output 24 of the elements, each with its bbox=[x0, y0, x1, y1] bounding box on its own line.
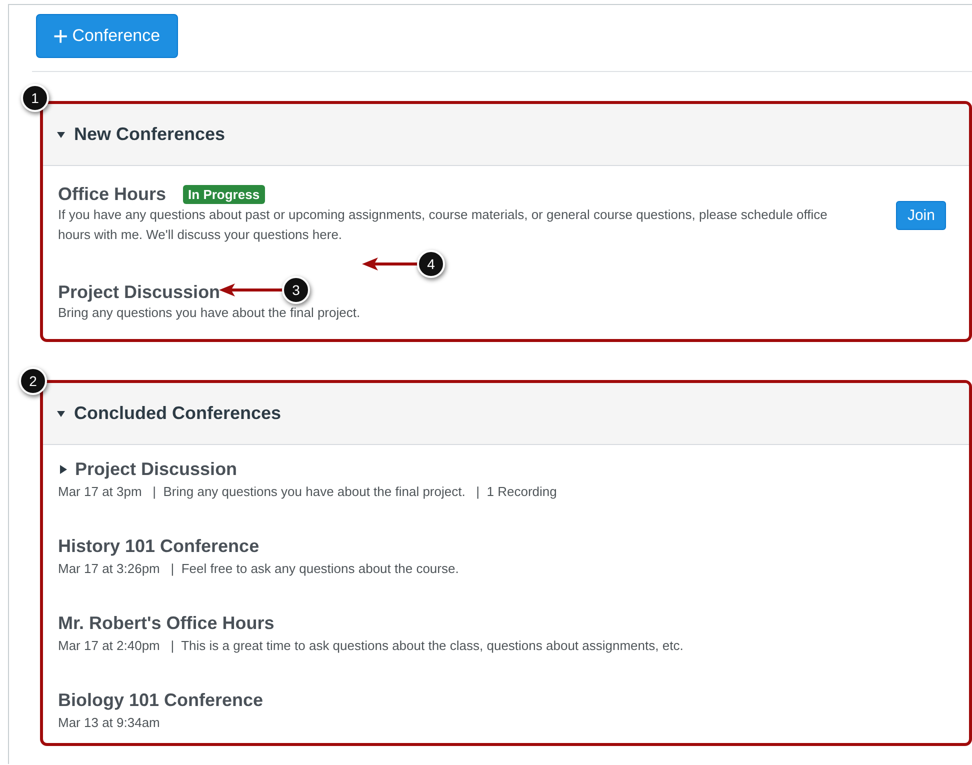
callout-marker: 3 bbox=[282, 276, 310, 304]
conference-description: Bring any questions you have about the final project. bbox=[58, 304, 362, 322]
callout-marker: 4 bbox=[417, 250, 445, 278]
conference-details: Mar 17 at 2:40pm | This is a great time to ask questions about the class, questions about assignments, etc. bbox=[58, 637, 684, 655]
conference-title[interactable]: History 101 Conference bbox=[58, 536, 260, 557]
conference-details: Mar 17 at 3pm | Bring any questions you have about the final project. | 1 Recording bbox=[58, 483, 558, 501]
conference-details: Mar 13 at 9:34am bbox=[58, 714, 161, 732]
status-badge: In Progress bbox=[183, 185, 265, 204]
section-title[interactable]: Concluded Conferences bbox=[74, 403, 282, 424]
pointer-arrow bbox=[362, 258, 419, 270]
caret-down-icon[interactable] bbox=[57, 132, 65, 138]
conference-title[interactable]: Mr. Robert's Office Hours bbox=[58, 613, 274, 634]
conference-title[interactable]: Biology 101 Conference bbox=[58, 690, 264, 711]
conference-description: If you have any questions about past or upcoming assignments, course materials, or general course questions, please schedule office hours with me. We'll discuss your questions here. bbox=[58, 206, 828, 244]
conference-title[interactable]: Project Discussion bbox=[58, 282, 220, 303]
caret-down-icon[interactable] bbox=[57, 410, 65, 416]
pointer-arrow bbox=[219, 284, 284, 296]
conference-details: Mar 17 at 3:26pm | Feel free to ask any questions about the course. bbox=[58, 560, 460, 578]
callout-marker: 1 bbox=[21, 84, 49, 112]
caret-right-icon[interactable] bbox=[60, 465, 67, 474]
conference-title[interactable]: Office Hours bbox=[58, 184, 166, 205]
conference-title[interactable]: Project Discussion bbox=[75, 459, 238, 480]
section-title[interactable]: New Conferences bbox=[74, 124, 226, 145]
callout-marker: 2 bbox=[19, 367, 47, 395]
